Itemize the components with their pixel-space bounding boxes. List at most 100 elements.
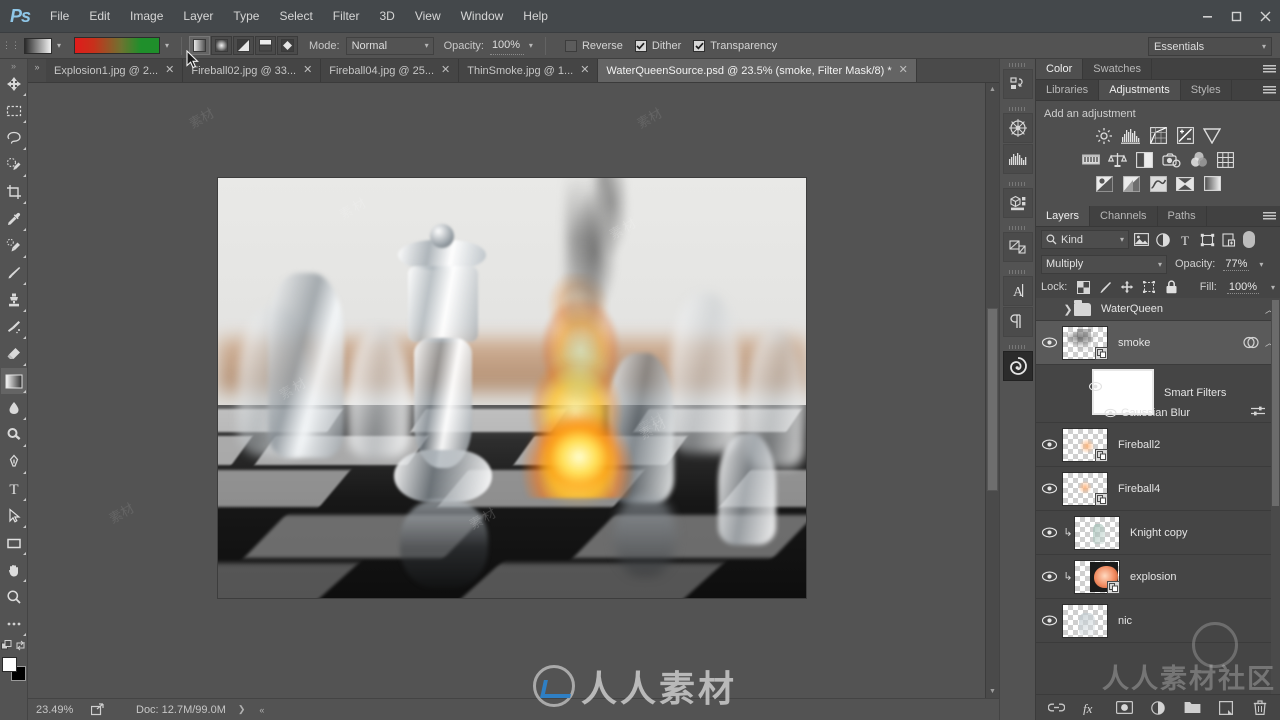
filter-toggle-switch[interactable] xyxy=(1243,231,1255,248)
color-balance-icon[interactable] xyxy=(1108,150,1128,169)
pen-tool[interactable] xyxy=(1,449,27,475)
gradient-map-icon[interactable] xyxy=(1202,174,1222,193)
paragraph-icon[interactable] xyxy=(1002,307,1033,337)
lock-all-icon[interactable] xyxy=(1163,279,1179,295)
rectangle-tool[interactable] xyxy=(1,530,27,556)
menu-layer[interactable]: Layer xyxy=(173,0,223,33)
reflected-gradient-button[interactable] xyxy=(255,36,276,55)
group-expand-chevron-icon[interactable]: ❯ xyxy=(1062,303,1074,316)
tab-thinsmoke[interactable]: ThinSmoke.jpg @ 1... ✕ xyxy=(459,59,599,82)
selective-color-icon[interactable] xyxy=(1175,174,1195,193)
rail-grip[interactable] xyxy=(1007,268,1029,276)
angle-gradient-button[interactable] xyxy=(233,36,254,55)
layer-thumbnail[interactable] xyxy=(1062,325,1108,360)
layer-thumbnail[interactable] xyxy=(1074,559,1120,594)
menu-filter[interactable]: Filter xyxy=(323,0,370,33)
tab-paths[interactable]: Paths xyxy=(1157,206,1207,226)
layer-list[interactable]: ❯ WaterQueen ︿ smoke ︿ Smart Filters Gau… xyxy=(1036,298,1280,694)
layer-row-explosion[interactable]: ↳ explosion xyxy=(1036,555,1280,599)
scroll-thumb[interactable] xyxy=(986,308,998,491)
minimize-icon[interactable] xyxy=(1193,0,1222,33)
new-layer-icon[interactable] xyxy=(1217,699,1235,717)
edit-toolbar-tool[interactable] xyxy=(1,611,27,637)
layer-row-knight-copy[interactable]: ↳ Knight copy xyxy=(1036,511,1280,555)
tab-fireball02[interactable]: Fireball02.jpg @ 33... ✕ xyxy=(183,59,322,82)
scroll-up-icon[interactable]: ▲ xyxy=(986,83,1000,96)
dither-checkbox[interactable]: Dither xyxy=(634,39,681,52)
rail-grip[interactable] xyxy=(1007,224,1029,232)
gradient-tool-preset-icon[interactable] xyxy=(24,37,52,54)
layer-opacity-value[interactable]: 77% xyxy=(1223,258,1250,271)
layer-visibility-toggle[interactable] xyxy=(1036,571,1062,582)
lock-artboard-icon[interactable] xyxy=(1141,279,1157,295)
layers-scrollbar[interactable] xyxy=(1271,298,1280,694)
rectangular-marquee-tool[interactable] xyxy=(1,98,27,124)
document-canvas[interactable]: 素材 素材 素材 素材 素材 xyxy=(218,178,806,598)
panel-menu-icon[interactable] xyxy=(1258,59,1280,79)
tab-color[interactable]: Color xyxy=(1036,59,1084,79)
layer-row-nic[interactable]: nic xyxy=(1036,599,1280,643)
layer-thumbnail[interactable] xyxy=(1062,603,1108,638)
scroll-down-icon[interactable]: ▼ xyxy=(986,685,1000,698)
layer-visibility-toggle[interactable] xyxy=(1036,337,1062,348)
type-tool[interactable]: T xyxy=(1,476,27,502)
invert-icon[interactable] xyxy=(1094,174,1114,193)
close-icon[interactable]: ✕ xyxy=(441,65,450,76)
workspace-selector[interactable]: Essentials ▾ xyxy=(1148,37,1272,56)
layer-thumbnail[interactable] xyxy=(1062,471,1108,506)
tab-fireball04[interactable]: Fireball04.jpg @ 25... ✕ xyxy=(321,59,460,82)
rail-grip[interactable] xyxy=(1007,105,1029,113)
canvas-viewport[interactable]: 素材 素材 素材 素材 素材 素材 素材 素材 素材 xyxy=(28,83,985,698)
menu-view[interactable]: View xyxy=(405,0,451,33)
add-layer-style-icon[interactable]: fx xyxy=(1081,699,1099,717)
tab-styles[interactable]: Styles xyxy=(1180,80,1232,100)
gaussian-blur-visibility-toggle[interactable] xyxy=(1104,408,1117,418)
brightness-contrast-icon[interactable] xyxy=(1094,126,1114,145)
navigator-icon[interactable] xyxy=(1002,113,1033,143)
vibrance-icon[interactable] xyxy=(1202,126,1222,145)
lock-position-icon[interactable] xyxy=(1119,279,1135,295)
tab-swatches[interactable]: Swatches xyxy=(1083,59,1152,79)
foreground-color-swatch[interactable] xyxy=(1,657,17,672)
gradient-preset-chevron-icon[interactable]: ▾ xyxy=(52,38,66,54)
gradient-tool[interactable] xyxy=(0,368,27,394)
layer-row-waterqueen[interactable]: ❯ WaterQueen ︿ xyxy=(1036,298,1280,321)
opacity-input[interactable]: 100% xyxy=(489,37,524,55)
menu-edit[interactable]: Edit xyxy=(79,0,120,33)
quick-selection-tool[interactable] xyxy=(1,152,27,178)
lock-image-pixels-icon[interactable] xyxy=(1097,279,1113,295)
options-bar-grip[interactable]: ⋮⋮ xyxy=(2,40,20,51)
document-size-info[interactable]: Doc: 12.7M/99.0M xyxy=(136,704,226,716)
reverse-checkbox[interactable]: Reverse xyxy=(564,39,623,52)
rail-grip[interactable] xyxy=(1007,180,1029,188)
path-selection-tool[interactable] xyxy=(1,503,27,529)
lock-transparent-pixels-icon[interactable] xyxy=(1075,279,1091,295)
canvas-vertical-scrollbar[interactable]: ▲ ▼ xyxy=(985,83,999,698)
threshold-icon[interactable] xyxy=(1148,174,1168,193)
blend-mode-select[interactable]: Normal ▾ xyxy=(345,36,434,55)
menu-image[interactable]: Image xyxy=(120,0,173,33)
rail-grip[interactable] xyxy=(1007,343,1029,351)
layer-comps-icon[interactable] xyxy=(1002,232,1033,262)
foreground-background-colors[interactable] xyxy=(1,656,27,682)
hue-saturation-icon[interactable] xyxy=(1081,150,1101,169)
smart-filters-row[interactable]: Smart Filters Gaussian Blur xyxy=(1036,365,1280,423)
color-lookup-icon[interactable] xyxy=(1216,150,1236,169)
spot-healing-brush-tool[interactable] xyxy=(1,233,27,259)
layers-scroll-thumb[interactable] xyxy=(1272,300,1279,506)
channel-mixer-icon[interactable] xyxy=(1189,150,1209,169)
new-fill-adjustment-icon[interactable] xyxy=(1149,699,1167,717)
photo-filter-icon[interactable] xyxy=(1162,150,1182,169)
opacity-chevron-icon[interactable]: ▾ xyxy=(524,38,538,54)
menu-3d[interactable]: 3D xyxy=(369,0,404,33)
add-layer-mask-icon[interactable] xyxy=(1115,699,1133,717)
smart-filter-badge-icon[interactable] xyxy=(1243,336,1259,349)
tab-explosion1[interactable]: Explosion1.jpg @ 2... ✕ xyxy=(46,59,184,82)
levels-icon[interactable] xyxy=(1121,126,1141,145)
dodge-tool[interactable] xyxy=(1,422,27,448)
panel-menu-icon[interactable] xyxy=(1258,206,1280,226)
shape-filter-icon[interactable] xyxy=(1197,230,1217,249)
move-tool[interactable] xyxy=(1,71,27,97)
layer-thumbnail[interactable] xyxy=(1062,427,1108,462)
3d-icon[interactable] xyxy=(1002,188,1033,218)
